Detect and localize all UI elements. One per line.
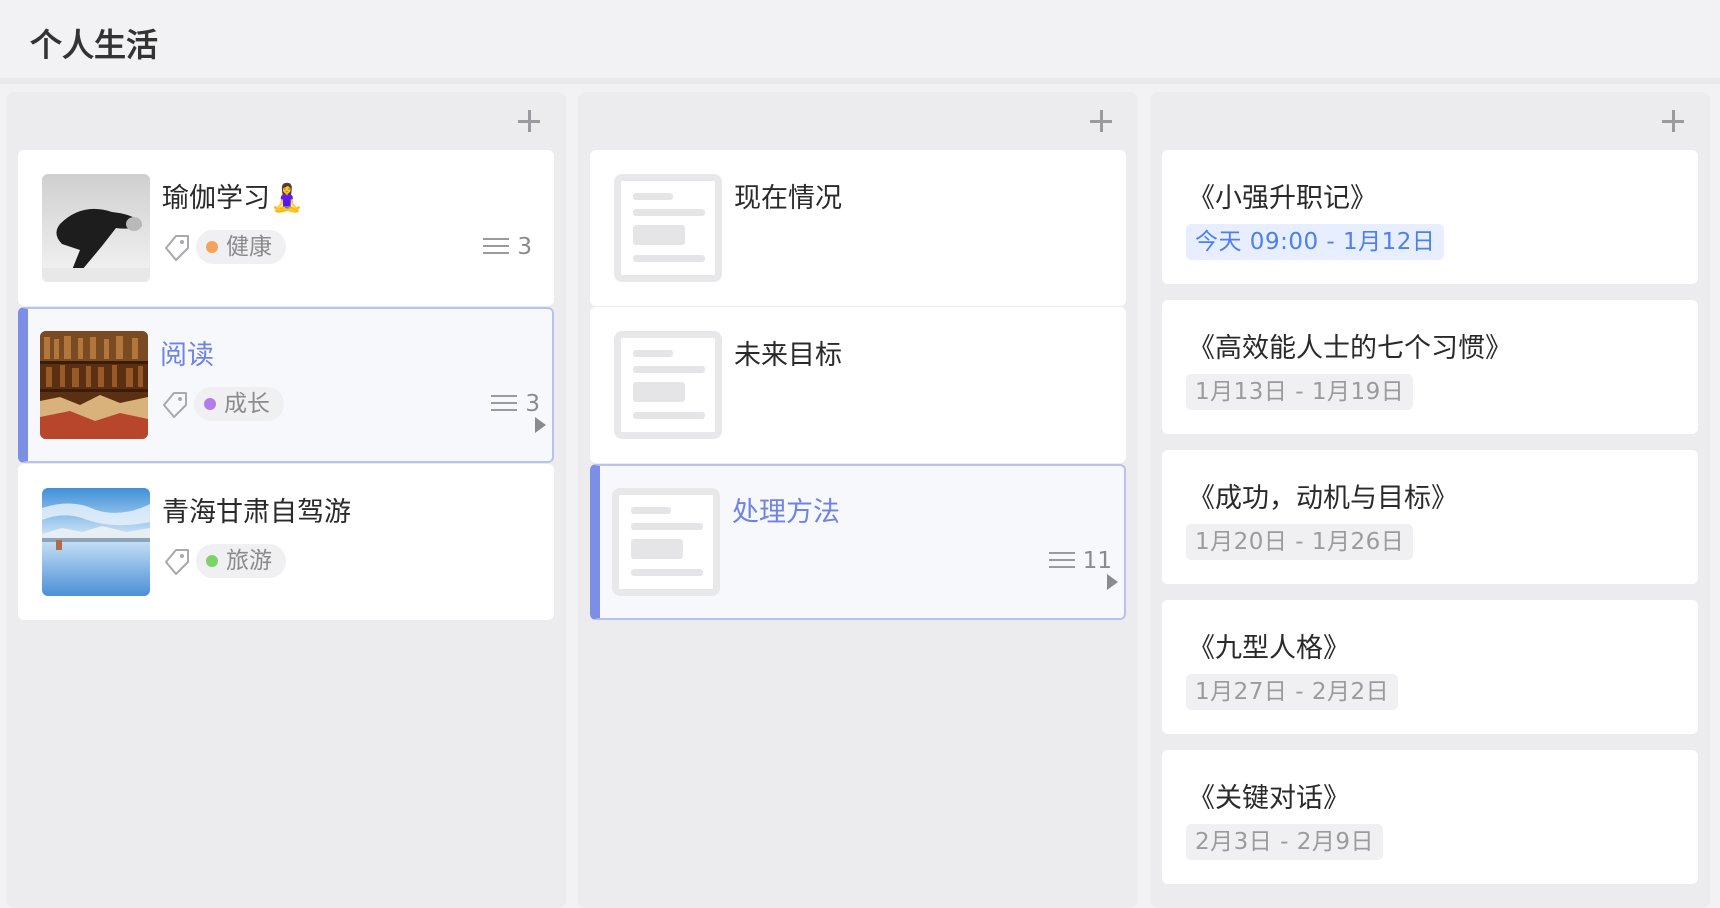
card-title: 未来目标 [734, 340, 842, 371]
add-card-plus-icon[interactable] [514, 106, 544, 136]
date-badge: 2月3日 - 2月9日 [1186, 824, 1383, 860]
tag-label: 健康 [226, 234, 272, 260]
card-title: 现在情况 [734, 183, 842, 214]
checklist-count: 3 [491, 389, 540, 419]
card-book[interactable]: 《成功，动机与目标》 1月20日 - 1月26日 [1162, 450, 1698, 584]
add-card-plus-icon[interactable] [1086, 106, 1116, 136]
card-title: 瑜伽学习🧘‍♀️ [162, 183, 304, 214]
card-title: 阅读 [160, 340, 214, 371]
book-title: 《小强升职记》 [1188, 183, 1377, 214]
yoga-photo [42, 174, 150, 282]
card-current-situation[interactable]: 现在情况 [590, 150, 1126, 306]
tag-dot [204, 398, 216, 410]
book-title: 《关键对话》 [1188, 783, 1350, 814]
lake-photo [42, 488, 150, 596]
tag-icon[interactable] [162, 546, 192, 576]
document-placeholder-icon [614, 331, 722, 439]
column-2: 现在情况 未来目标 处理方法 11 [578, 92, 1138, 908]
book-title: 《九型人格》 [1188, 633, 1350, 664]
page-title: 个人生活 [30, 26, 159, 64]
card-travel[interactable]: 青海甘肃自驾游 旅游 [18, 464, 554, 620]
checklist-count: 11 [1048, 546, 1112, 576]
document-placeholder-icon [614, 174, 722, 282]
list-lines-icon [483, 236, 510, 256]
card-methods[interactable]: 处理方法 11 [590, 464, 1126, 620]
page-header: 个人生活 [0, 0, 1720, 84]
expand-arrow-icon[interactable] [535, 417, 546, 433]
date-badge: 1月20日 - 1月26日 [1186, 524, 1414, 560]
card-book[interactable]: 《小强升职记》 今天 09:00 - 1月12日 [1162, 150, 1698, 284]
count-value: 3 [517, 234, 532, 260]
count-value: 11 [1082, 548, 1112, 574]
count-value: 3 [525, 391, 540, 417]
card-book[interactable]: 《高效能人士的七个习惯》 1月13日 - 1月19日 [1162, 300, 1698, 434]
date-badge: 1月13日 - 1月19日 [1186, 374, 1414, 410]
tag-icon[interactable] [162, 232, 192, 262]
tag-dot [206, 555, 218, 567]
book-title: 《高效能人士的七个习惯》 [1188, 333, 1512, 364]
column-3: 《小强升职记》 今天 09:00 - 1月12日 《高效能人士的七个习惯》 1月… [1150, 92, 1710, 908]
tag-dot [206, 241, 218, 253]
list-lines-icon [491, 393, 518, 413]
tag-health[interactable]: 健康 [196, 230, 286, 264]
tag-label: 成长 [224, 391, 270, 417]
kanban-board: 瑜伽学习🧘‍♀️ 健康 3 [6, 92, 1720, 908]
book-title: 《成功，动机与目标》 [1188, 483, 1458, 514]
card-book[interactable]: 《关键对话》 2月3日 - 2月9日 [1162, 750, 1698, 884]
card-yoga[interactable]: 瑜伽学习🧘‍♀️ 健康 3 [18, 150, 554, 306]
bookshelf-photo [40, 331, 148, 439]
checklist-count: 3 [483, 232, 532, 262]
card-future-goals[interactable]: 未来目标 [590, 307, 1126, 463]
date-badge: 1月27日 - 2月2日 [1186, 674, 1399, 710]
tag-icon[interactable] [160, 389, 190, 419]
card-book[interactable]: 《九型人格》 1月27日 - 2月2日 [1162, 600, 1698, 734]
list-lines-icon [1048, 550, 1075, 570]
card-reading[interactable]: 阅读 成长 3 [18, 307, 554, 463]
date-badge: 今天 09:00 - 1月12日 [1186, 224, 1445, 260]
column-1: 瑜伽学习🧘‍♀️ 健康 3 [6, 92, 566, 908]
tag-growth[interactable]: 成长 [194, 387, 284, 421]
document-placeholder-icon [612, 488, 720, 596]
tag-travel[interactable]: 旅游 [196, 544, 286, 578]
expand-arrow-icon[interactable] [1107, 574, 1118, 590]
tag-label: 旅游 [226, 548, 272, 574]
card-title: 青海甘肃自驾游 [162, 497, 351, 528]
card-title: 处理方法 [732, 497, 840, 528]
add-card-plus-icon[interactable] [1658, 106, 1688, 136]
